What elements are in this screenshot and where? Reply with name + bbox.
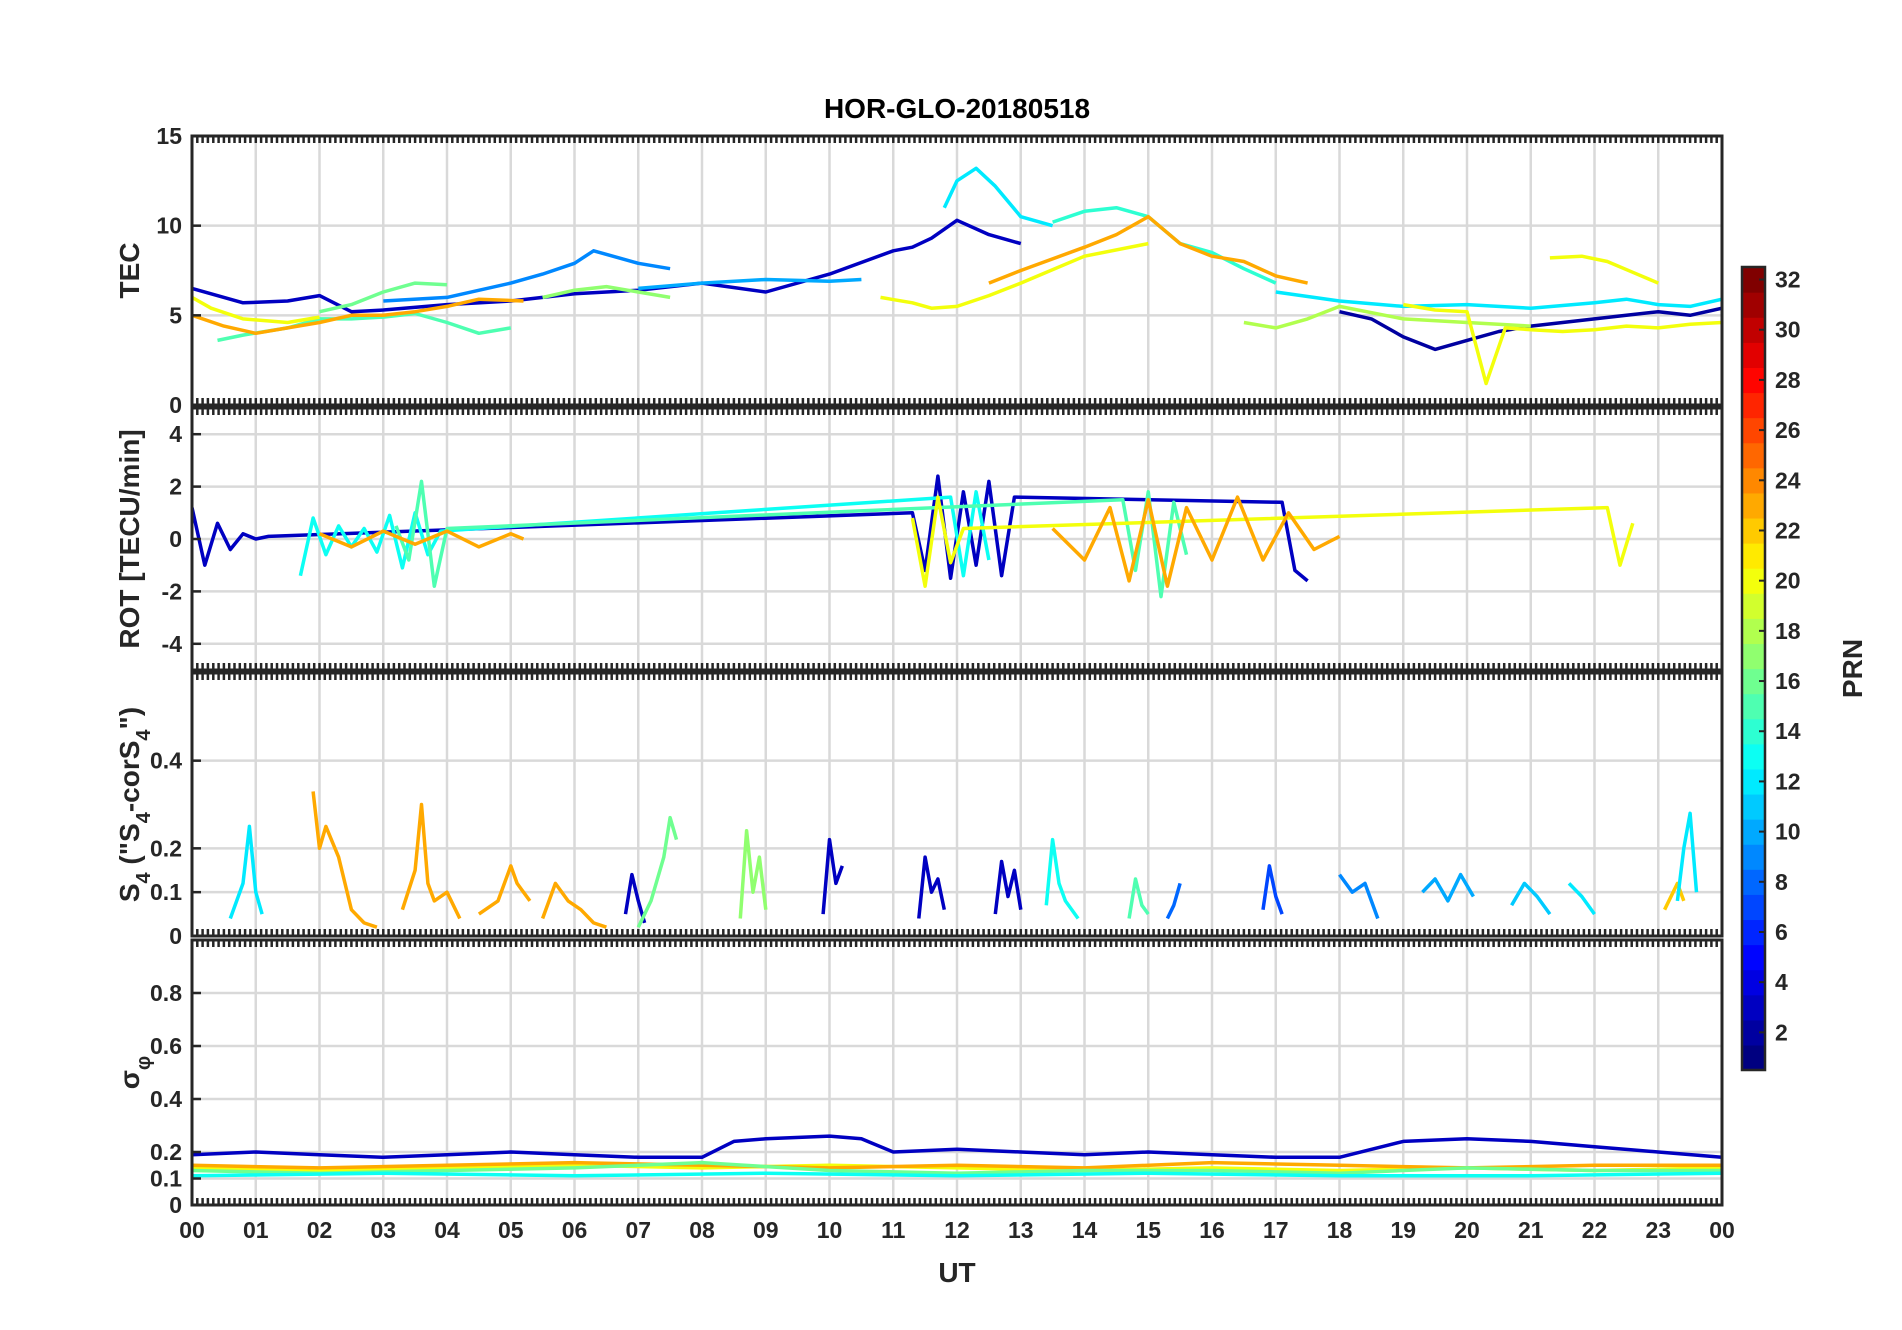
y-tick-label: 0.2 [150, 1139, 182, 1165]
colorbar-tick-label: 4 [1775, 969, 1788, 995]
x-axis-label: UT [938, 1257, 975, 1288]
y-tick-label: 2 [169, 474, 182, 500]
colorbar-segment [1742, 693, 1765, 720]
y-tick-label: -4 [162, 631, 183, 657]
colorbar-tick-label: 20 [1775, 568, 1801, 594]
colorbar-label: PRN [1837, 639, 1868, 698]
x-tick-label: 01 [243, 1217, 269, 1243]
colorbar-segment [1742, 944, 1765, 971]
panel-2: 00.10.20.4S4 ("S4-corS4") [114, 671, 1724, 949]
colorbar-tick-label: 22 [1775, 517, 1801, 543]
x-tick-label: 11 [881, 1217, 906, 1243]
colorbar-segment [1742, 894, 1765, 921]
x-tick-label: 07 [625, 1217, 651, 1243]
y-tick-label: 0 [169, 526, 182, 552]
colorbar-tick-label: 32 [1775, 267, 1801, 293]
x-tick-label: 14 [1072, 1217, 1098, 1243]
y-axis-label: ROT [TECU/min] [114, 429, 145, 648]
colorbar-tick-label: 26 [1775, 417, 1801, 443]
x-tick-label: 18 [1327, 1217, 1353, 1243]
y-tick-label: 0.4 [150, 748, 182, 774]
x-tick-label: 04 [434, 1217, 460, 1243]
y-axis-label: TEC [114, 243, 145, 299]
colorbar-segment [1742, 442, 1765, 469]
x-tick-label: 19 [1390, 1217, 1416, 1243]
plot-panels: 051015TEC-4-2024ROT [TECU/min]00.10.20.4… [114, 123, 1735, 1243]
y-tick-label: 15 [156, 123, 182, 149]
y-tick-label: 10 [156, 213, 182, 239]
colorbar-tick-label: 14 [1775, 718, 1801, 744]
y-tick-label: 4 [169, 421, 182, 447]
colorbar-tick-label: 18 [1775, 618, 1801, 644]
x-tick-label: 21 [1518, 1217, 1544, 1243]
y-tick-label: -2 [162, 578, 182, 604]
x-tick-label: 15 [1135, 1217, 1161, 1243]
panel-0: 0 5 10 15 TEC [114, 123, 1724, 418]
x-tick-label: 03 [370, 1217, 396, 1243]
colorbar-segment [1742, 994, 1765, 1021]
x-tick-label: 22 [1582, 1217, 1608, 1243]
y-tick-label: 0.2 [150, 835, 182, 861]
colorbar-segment [1742, 844, 1765, 870]
colorbar-tick-label: 2 [1775, 1019, 1788, 1045]
colorbar-segment [1742, 593, 1765, 619]
colorbar-segment [1742, 342, 1765, 368]
y-tick-label: 0.6 [150, 1033, 182, 1059]
chart-title: HOR-GLO-20180518 [824, 93, 1090, 124]
panel-3: 00.10.20.40.60.8σφ [114, 938, 1724, 1218]
colorbar-tick-label: 10 [1775, 819, 1801, 845]
figure: HOR-GLO-20180518 051015TEC-4-2024ROT [TE… [0, 0, 1902, 1330]
x-tick-label: 08 [689, 1217, 715, 1243]
colorbar-tick-label: 30 [1775, 317, 1801, 343]
x-tick-label: 05 [498, 1217, 524, 1243]
colorbar-tick-label: 6 [1775, 919, 1788, 945]
y-tick-label: 0.8 [150, 980, 182, 1006]
colorbar-segment [1742, 492, 1765, 519]
colorbar-segment [1742, 643, 1765, 670]
x-tick-label: 13 [1008, 1217, 1034, 1243]
x-tick-label: 06 [562, 1217, 588, 1243]
x-tick-label: 17 [1263, 1217, 1289, 1243]
x-tick-label: 20 [1454, 1217, 1480, 1243]
y-tick-label: 0 [169, 923, 182, 949]
x-tick-label: 12 [944, 1217, 970, 1243]
x-tick-label: 00 [179, 1217, 205, 1243]
colorbar-segment [1742, 1044, 1765, 1071]
panel-1: -4 -2 0 2 4 ROT [TECU/min] [114, 406, 1724, 672]
colorbar-segment [1742, 793, 1765, 820]
colorbar-tick-label: 12 [1775, 768, 1801, 794]
x-tick-label: 10 [817, 1217, 843, 1243]
colorbar-tick-label: 16 [1775, 668, 1801, 694]
colorbar-segment [1742, 392, 1765, 419]
x-tick-label: 23 [1645, 1217, 1671, 1243]
colorbar-tick-label: 24 [1775, 467, 1801, 493]
colorbar-segment [1742, 543, 1765, 569]
y-tick-label: 0 [169, 1192, 182, 1218]
x-tick-label: 00 [1709, 1217, 1735, 1243]
colorbar-tick-label: 28 [1775, 367, 1801, 393]
x-tick-label: 16 [1199, 1217, 1225, 1243]
y-tick-label: 0.4 [150, 1086, 182, 1112]
colorbar-segment [1742, 292, 1765, 318]
x-tick-label: 02 [307, 1217, 333, 1243]
colorbar-tick-label: 8 [1775, 869, 1788, 895]
x-tick-label: 09 [753, 1217, 779, 1243]
y-tick-label: 5 [169, 302, 182, 328]
y-tick-label: 0 [169, 392, 182, 418]
y-tick-label: 0.1 [150, 1166, 182, 1192]
colorbar-segment [1742, 743, 1765, 770]
